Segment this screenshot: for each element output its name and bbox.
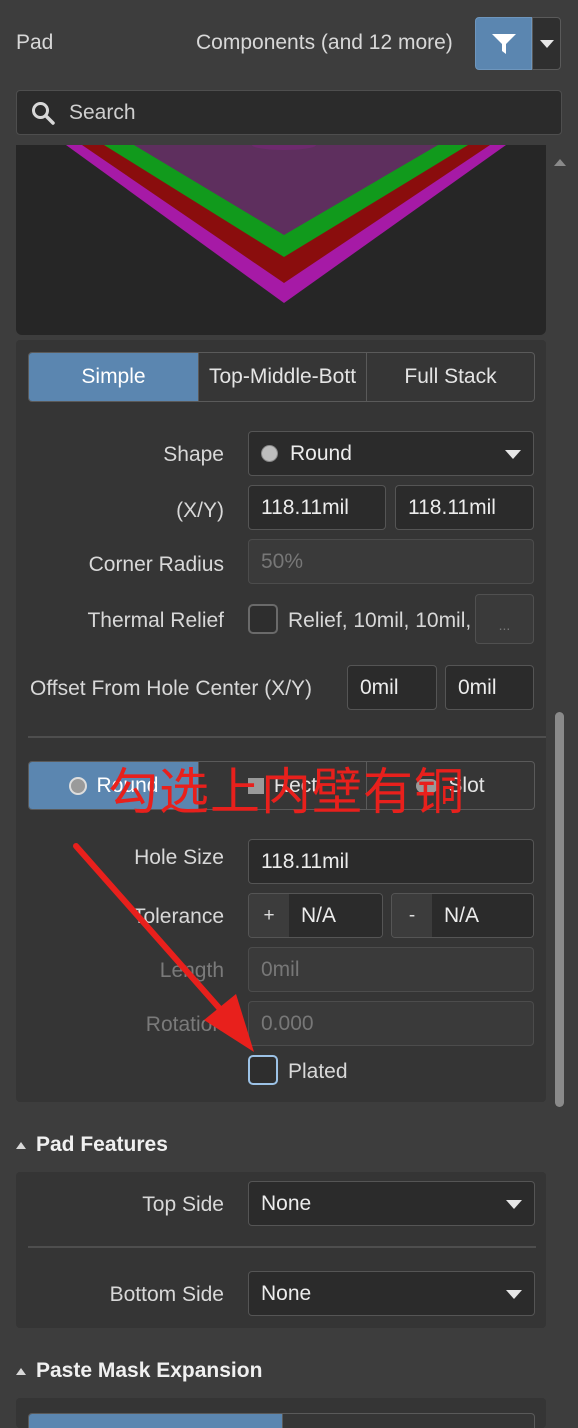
hole-size-input[interactable]: 118.11mil xyxy=(248,839,534,884)
tab-top-middle-bottom[interactable]: Top-Middle-Bott xyxy=(199,353,367,401)
shape-dropdown[interactable]: Round xyxy=(248,431,534,476)
plus-sign: + xyxy=(249,894,289,937)
paste-mask-title: Paste Mask Expansion xyxy=(36,1359,263,1382)
tab-full-stack[interactable]: Full Stack xyxy=(367,353,534,401)
search-icon xyxy=(32,101,55,125)
thermal-relief-label: Thermal Relief xyxy=(87,609,224,632)
scrollbar-thumb[interactable] xyxy=(555,712,564,1107)
size-x-input[interactable]: 118.11mil xyxy=(248,485,386,530)
pad-features-header[interactable]: Pad Features xyxy=(16,1133,168,1157)
scrollbar[interactable] xyxy=(552,150,568,1428)
chevron-down-icon xyxy=(505,449,521,459)
pad-preview-graphic xyxy=(66,145,506,303)
corner-radius-input: 50% xyxy=(248,539,534,584)
top-side-dropdown[interactable]: None xyxy=(248,1181,535,1226)
top-side-label: Top Side xyxy=(142,1193,224,1216)
shape-value: Round xyxy=(290,441,352,465)
object-type-label: Pad xyxy=(16,31,54,54)
tolerance-plus-value[interactable]: N/A xyxy=(289,894,382,937)
tolerance-minus-group[interactable]: - N/A xyxy=(391,893,534,938)
hole-size-label: Hole Size xyxy=(134,846,224,869)
bottom-side-value: None xyxy=(261,1281,312,1305)
size-y-input[interactable]: 118.11mil xyxy=(395,485,534,530)
filter-button[interactable] xyxy=(475,17,532,70)
filter-icon xyxy=(491,33,516,54)
offset-y-input[interactable]: 0mil xyxy=(445,665,534,710)
pad-preview xyxy=(16,145,546,335)
rotation-input: 0.000 xyxy=(248,1001,534,1046)
filter-dropdown-button[interactable] xyxy=(532,17,561,70)
length-input: 0mil xyxy=(248,947,534,992)
paste-mask-tab-2[interactable] xyxy=(283,1414,534,1428)
length-label: Length xyxy=(159,959,224,982)
search-placeholder: Search xyxy=(69,100,136,124)
pad-features-divider xyxy=(28,1246,536,1248)
thermal-relief-more-button[interactable]: ... xyxy=(475,594,534,644)
tolerance-plus-group[interactable]: + N/A xyxy=(248,893,383,938)
thermal-relief-value: Relief, 10mil, 10mil, xyxy=(288,609,472,632)
chevron-down-icon xyxy=(506,1199,522,1209)
paste-mask-tab-1[interactable] xyxy=(29,1414,283,1428)
scroll-up-icon[interactable] xyxy=(552,154,568,170)
section-divider xyxy=(28,736,546,738)
tolerance-label: Tolerance xyxy=(132,905,224,928)
paste-mask-header[interactable]: Paste Mask Expansion xyxy=(16,1359,262,1383)
circle-icon xyxy=(68,776,87,795)
xy-label: (X/Y) xyxy=(176,499,224,522)
thermal-relief-checkbox[interactable] xyxy=(248,604,278,634)
offset-label: Offset From Hole Center (X/Y) xyxy=(30,677,313,700)
offset-x-input[interactable]: 0mil xyxy=(347,665,437,710)
tolerance-minus-value[interactable]: N/A xyxy=(432,894,533,937)
chevron-down-icon xyxy=(506,1289,522,1299)
plated-label: Plated xyxy=(288,1060,348,1083)
shape-label: Shape xyxy=(163,443,224,466)
pad-features-title: Pad Features xyxy=(36,1133,168,1156)
bottom-side-dropdown[interactable]: None xyxy=(248,1271,535,1316)
circle-icon xyxy=(261,445,278,462)
chevron-down-icon xyxy=(539,39,554,48)
collapse-triangle-icon xyxy=(16,1367,26,1375)
annotation-text: 勾选上内壁有铜 xyxy=(108,763,465,821)
tab-simple[interactable]: Simple xyxy=(29,353,199,401)
selection-summary: Components (and 12 more) xyxy=(196,31,453,54)
plated-checkbox[interactable] xyxy=(248,1055,278,1085)
minus-sign: - xyxy=(392,894,432,937)
collapse-triangle-icon xyxy=(16,1141,26,1149)
rotation-label: Rotation xyxy=(145,1013,224,1036)
more-button-label: ... xyxy=(498,617,511,633)
paste-mask-tabs xyxy=(28,1413,535,1428)
stack-mode-tabs: Simple Top-Middle-Bott Full Stack xyxy=(28,352,535,402)
search-box[interactable]: Search xyxy=(16,90,562,135)
bottom-side-label: Bottom Side xyxy=(109,1283,224,1306)
corner-radius-label: Corner Radius xyxy=(88,553,224,576)
top-side-value: None xyxy=(261,1191,312,1215)
